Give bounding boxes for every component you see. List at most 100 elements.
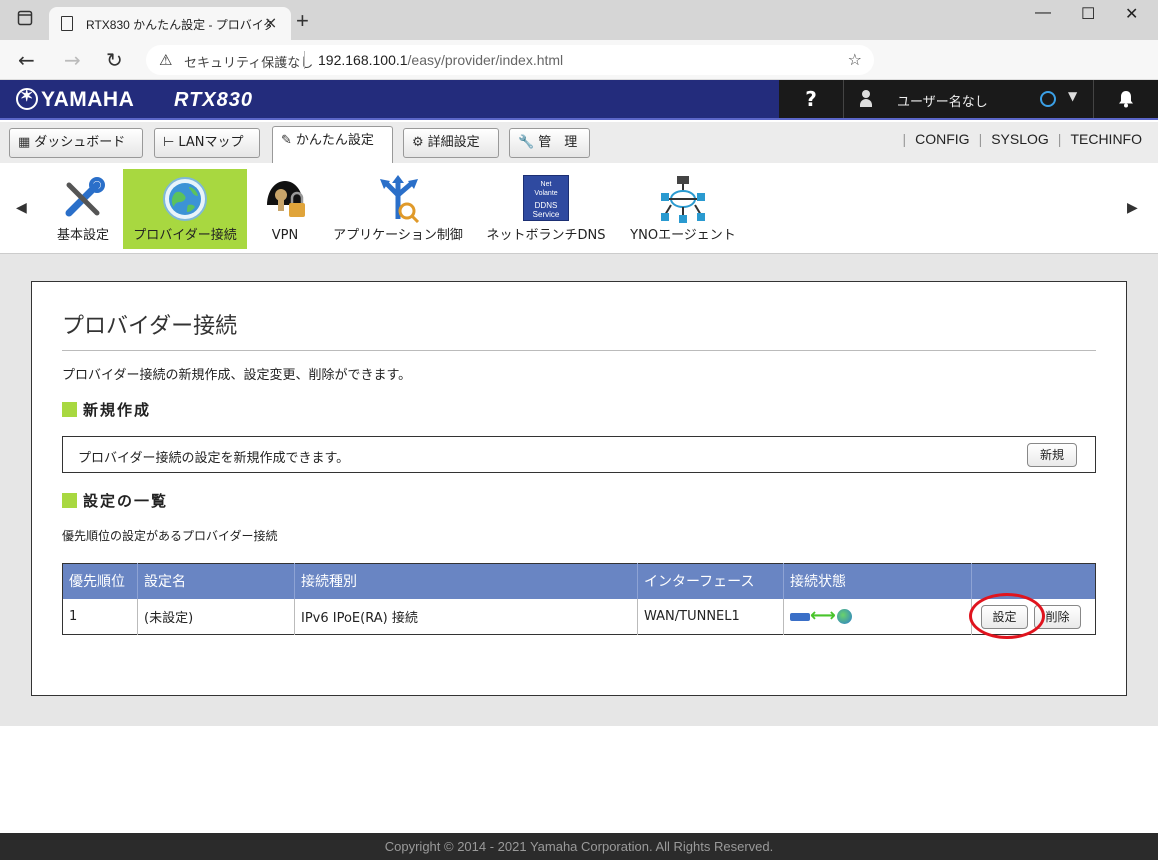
submenu-yno-agent[interactable]: YNOエージェント [624,169,742,249]
config-link[interactable]: CONFIG [906,131,978,147]
header-accent-line [0,118,1158,120]
scroll-left-icon[interactable]: ◀ [16,200,27,216]
user-menu[interactable]: ユーザー名なし ▼ [843,80,1093,118]
copyright-footer: Copyright © 2014 - 2021 Yamaha Corporati… [0,833,1158,860]
connected-arrow-icon: ⟷ [810,605,836,627]
col-priority: 優先順位 [62,563,138,599]
new-section-text: プロバイダー接続の設定を新規作成できます。 [78,451,350,466]
ddns-badge-ddns: DDNS [534,201,558,210]
submenu-netvolante-dns[interactable]: Net Volante DDNS Service ネットボランチDNS [482,169,610,249]
ddns-icon: Net Volante DDNS Service [523,175,569,221]
reload-button[interactable]: ↻ [106,48,123,72]
col-actions [971,563,1096,599]
tab-dashboard[interactable]: ▦ ダッシュボード [9,128,143,158]
back-button[interactable]: ← [18,48,35,72]
new-section-heading-text: 新規作成 [83,401,152,419]
syslog-link[interactable]: SYSLOG [982,131,1058,147]
col-type: 接続種別 [294,563,638,599]
browser-tabstrip: RTX830 かんたん設定 - プロバイダー接続 × + — ☐ ✕ [0,0,1158,40]
utility-links: | CONFIG | SYSLOG | TECHINFO [902,131,1142,147]
forward-button[interactable]: → [64,48,81,72]
tab-easy-setup[interactable]: ✎ かんたん設定 [272,126,393,163]
url-text[interactable]: 192.168.100.1/easy/provider/index.html [318,52,563,68]
submenu-application-control[interactable]: アプリケーション制御 [328,169,468,249]
tab-advanced-label: 詳細設定 [427,135,480,150]
row-status: ⟷ [783,598,972,635]
table-row: 1 (未設定) IPv6 IPoE(RA) 接続 WAN/TUNNEL1 ⟷ 設… [63,598,1096,635]
col-interface: インターフェース [637,563,784,599]
brand-name: YAMAHA [41,88,135,111]
tab-close-icon[interactable]: × [264,13,277,32]
url-host: 192.168.100.1 [318,52,408,68]
list-note: 優先順位の設定があるプロバイダー接続 [62,529,278,543]
status-ring-icon [1040,91,1056,107]
techinfo-link[interactable]: TECHINFO [1061,131,1142,147]
divider [304,51,305,69]
app-control-icon [374,175,422,224]
header-tools: ? ユーザー名なし ▼ [779,80,1158,118]
new-button[interactable]: 新規 [1027,443,1077,467]
scroll-right-icon[interactable]: ▶ [1127,200,1138,216]
row-type: IPv6 IPoE(RA) 接続 [294,598,638,635]
section-marker-icon [62,493,77,508]
submenu-app-control-label: アプリケーション制御 [333,228,463,243]
tools-icon [59,175,107,223]
list-section-heading: 設定の一覧 [62,490,168,511]
connection-status-indicator: ⟷ [790,606,965,626]
add-favorite-icon[interactable]: ☆ [848,50,862,69]
warning-icon[interactable]: ⚠ [159,51,172,69]
submenu-ddns-label: ネットボランチDNS [486,228,606,243]
close-window-button[interactable]: ✕ [1125,4,1138,24]
submenu-yno-label: YNOエージェント [630,228,736,243]
page-icon [61,16,73,31]
minimize-button[interactable]: — [1035,4,1051,22]
gear-icon: ⚙ [412,135,424,150]
yno-network-icon [659,175,707,223]
security-status[interactable]: セキュリティ保護なし [184,52,313,71]
globe-icon [161,175,209,223]
content-panel: プロバイダー接続 プロバイダー接続の新規作成、設定変更、削除ができます。 新規作… [31,281,1127,696]
tab-management[interactable]: 🔧 管 理 [509,128,590,158]
chevron-down-icon[interactable]: ▼ [1068,89,1077,103]
tab-title: RTX830 かんたん設定 - プロバイダー接続 [86,18,271,32]
easy-setup-submenu: ◀ 基本設定 プロバイダー接続 VPN アプリケーション制御 Net Volan… [0,163,1158,254]
lan-map-icon: ⊢ [163,135,175,150]
tab-actions-icon[interactable] [17,10,37,30]
tab-lan-map[interactable]: ⊢ LANマップ [154,128,260,158]
internet-globe-icon [837,609,852,625]
ddns-badge-service: Service [532,210,560,219]
page-title: プロバイダー接続 [62,314,238,339]
router-device-icon [790,613,810,622]
new-section-heading: 新規作成 [62,399,151,420]
dashboard-icon: ▦ [18,135,31,150]
row-priority: 1 [69,608,78,624]
submenu-basic-settings[interactable]: 基本設定 [50,169,116,249]
router-header: YAMAHA RTX830 ? ユーザー名なし ▼ [0,80,1158,120]
tab-lan-map-label: LANマップ [178,135,244,150]
table-header-row: 優先順位 設定名 接続種別 インターフェース 接続状態 [62,563,1096,599]
submenu-vpn[interactable]: VPN [256,169,314,249]
help-button[interactable]: ? [779,80,843,118]
new-tab-button[interactable]: + [296,8,309,34]
maximize-button[interactable]: ☐ [1081,4,1095,24]
address-toolbar: ← → ↻ ⚠ セキュリティ保護なし 192.168.100.1/easy/pr… [0,40,1158,110]
address-bar[interactable]: ⚠ セキュリティ保護なし 192.168.100.1/easy/provider… [146,45,874,75]
main-nav: ▦ ダッシュボード ⊢ LANマップ ✎ かんたん設定 ⚙ 詳細設定 🔧 管 理 | CON… [0,122,1158,163]
tab-management-label: 管 理 [538,135,578,150]
wrench-icon: 🔧 [518,135,535,150]
highlight-annotation [969,593,1045,639]
tab-advanced-settings[interactable]: ⚙ 詳細設定 [403,128,499,158]
browser-tab[interactable]: RTX830 かんたん設定 - プロバイダー接続 × [49,7,291,40]
submenu-basic-settings-label: 基本設定 [56,228,109,243]
provider-table: 優先順位 設定名 接続種別 インターフェース 接続状態 1 (未設定) IPv6… [62,563,1096,635]
page-description: プロバイダー接続の新規作成、設定変更、削除ができます。 [62,368,412,383]
col-status: 接続状態 [783,563,972,599]
ddns-badge-net: Net [540,181,552,188]
notification-bell-icon[interactable] [1093,80,1158,118]
tab-easy-setup-label: かんたん設定 [295,133,374,148]
new-section-box: プロバイダー接続の設定を新規作成できます。 新規 [62,436,1096,473]
tab-dashboard-label: ダッシュボード [34,135,126,150]
section-marker-icon [62,402,77,417]
user-icon [860,90,872,108]
submenu-provider-connection[interactable]: プロバイダー接続 [123,169,247,249]
